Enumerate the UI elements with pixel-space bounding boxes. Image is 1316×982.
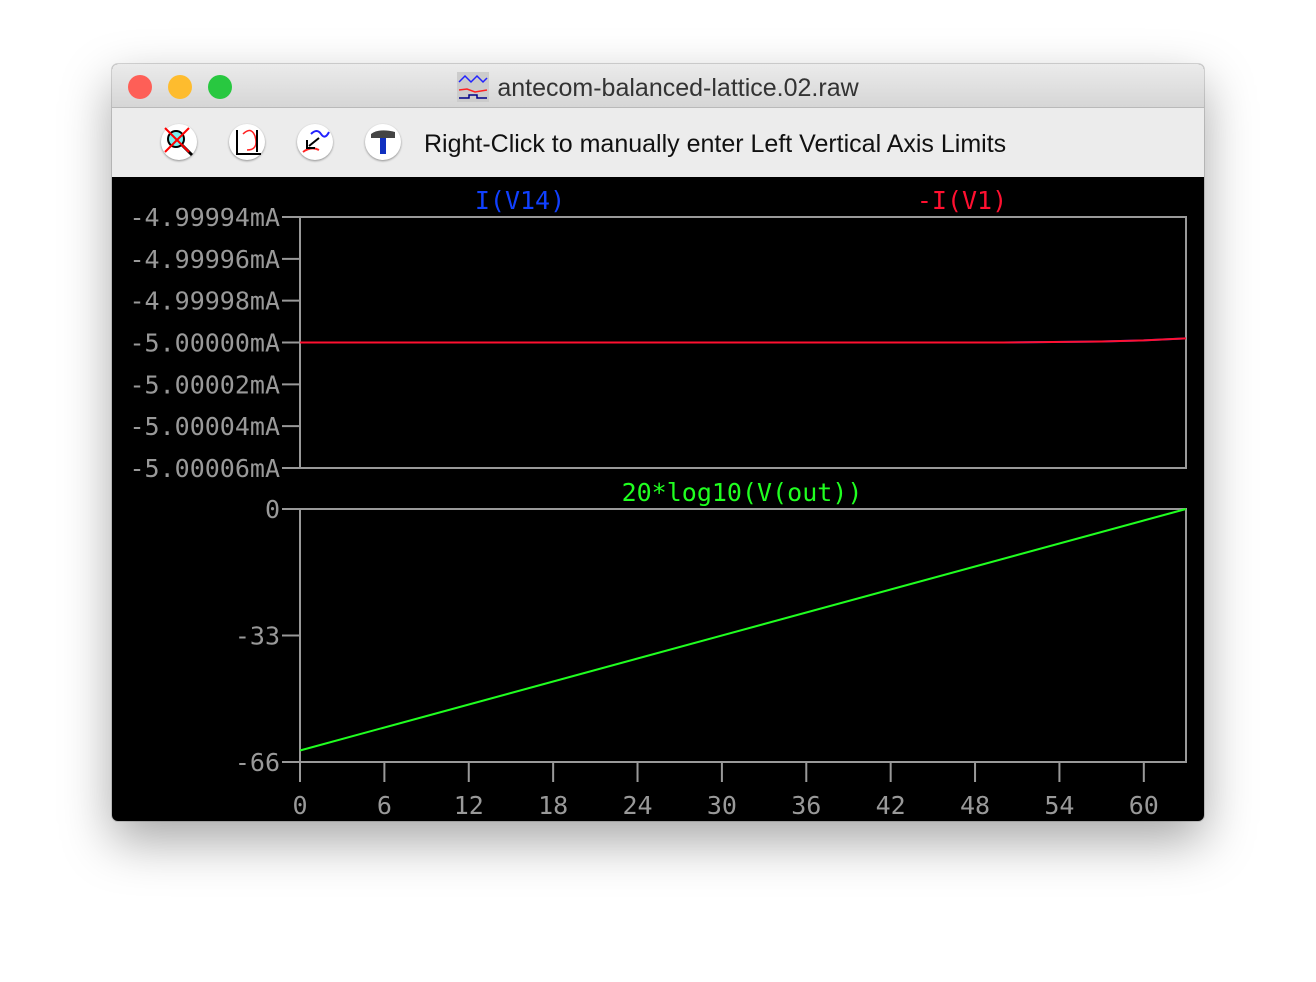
y-tick-label: -5.00006mA [129, 454, 280, 483]
toolbar: Right-Click to manually enter Left Verti… [112, 108, 1204, 177]
y-tick-label: -4.99994mA [129, 203, 280, 232]
pane-frame [299, 508, 1187, 763]
legend-i-v14-: I(V14) [475, 186, 565, 215]
y-tick-label: -5.00000mA [129, 329, 280, 358]
title-bar: antecom-balanced-lattice.02.raw [112, 64, 1204, 108]
x-tick-label: 12 [454, 791, 484, 820]
waveform-icon [457, 72, 490, 102]
x-tick-label: 42 [876, 791, 906, 820]
x-tick-label: 60 [1129, 791, 1159, 820]
x-tick-label: 24 [622, 791, 652, 820]
y-tick-label: -4.99996mA [129, 245, 280, 274]
y-tick-label: -66 [235, 748, 280, 777]
y-tick-label: 0 [265, 495, 280, 524]
x-tick-label: 18 [538, 791, 568, 820]
y-tick-label: -4.99998mA [129, 287, 280, 316]
series-line [299, 508, 1187, 752]
zoom-back-icon[interactable] [297, 124, 333, 160]
y-tick-label: -5.00002mA [129, 370, 280, 399]
x-tick-label: 36 [791, 791, 821, 820]
autorange-icon[interactable] [229, 124, 265, 160]
toolbar-hint: Right-Click to manually enter Left Verti… [424, 130, 1007, 158]
y-tick-label: -5.00004mA [129, 412, 280, 441]
y-tick-label: -33 [235, 622, 280, 651]
waveform-window: antecom-balanced-lattice.02.raw Right-Cl… [112, 64, 1204, 821]
x-tick-label: 48 [960, 791, 990, 820]
legend--i-v1-: -I(V1) [917, 186, 1007, 215]
plot-area[interactable]: -4.99994mA -4.99996mA -4.99998mA -5.00000mA… [112, 177, 1204, 821]
x-tick-label: 0 [292, 791, 307, 820]
legend-20-log10-v-out-: 20*log10(V(out)) [622, 478, 863, 507]
x-tick-label: 30 [707, 791, 737, 820]
hammer-icon[interactable] [365, 124, 401, 160]
x-tick-label: 6 [377, 791, 392, 820]
window-title: antecom-balanced-lattice.02.raw [497, 74, 859, 102]
series-line [300, 337, 1187, 344]
x-tick-label: 54 [1044, 791, 1074, 820]
zoom-cancel-icon[interactable] [161, 124, 197, 160]
